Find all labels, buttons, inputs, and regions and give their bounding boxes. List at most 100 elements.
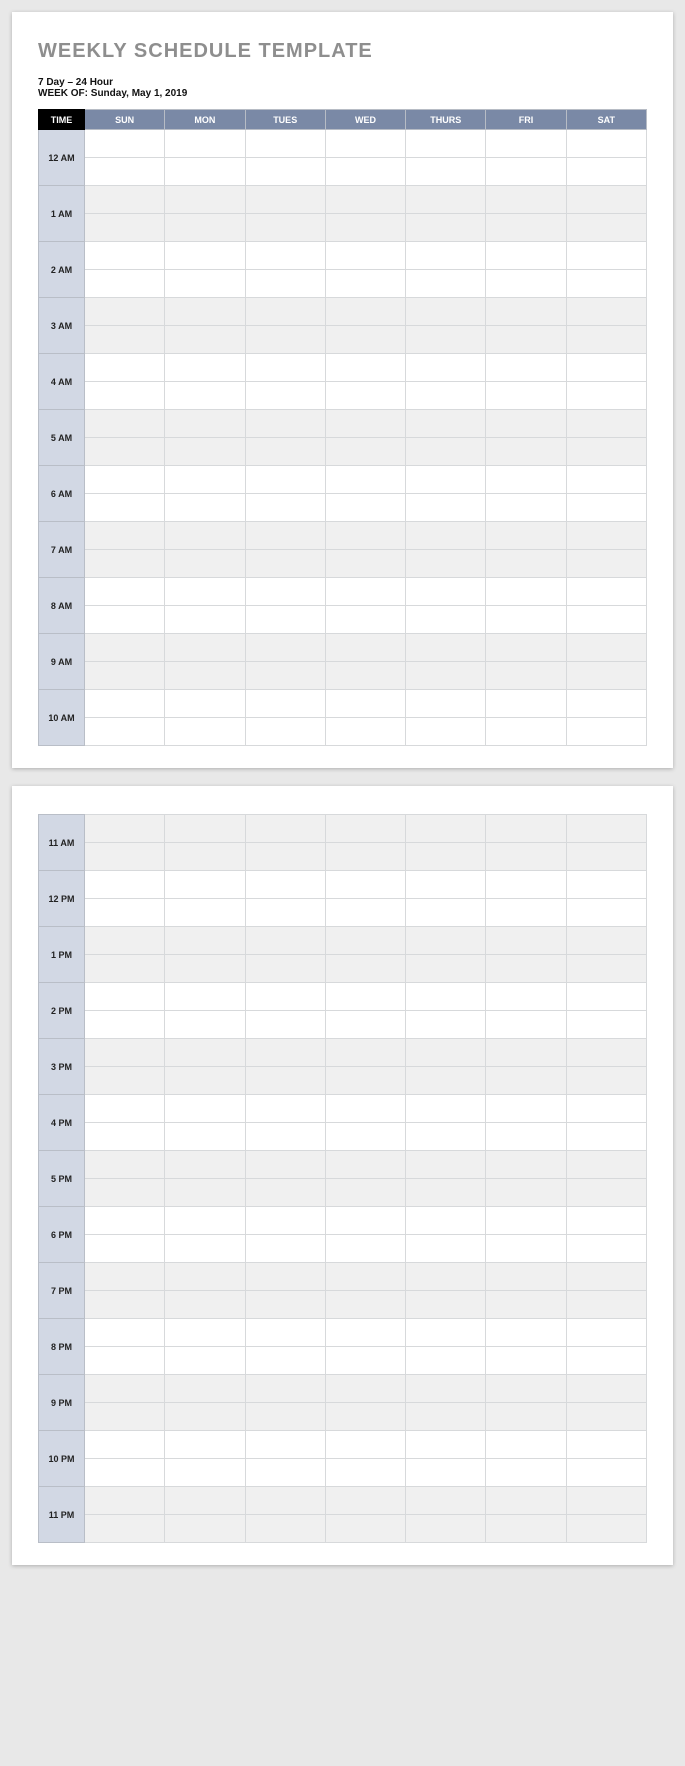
schedule-cell[interactable] (486, 1123, 566, 1151)
schedule-cell[interactable] (165, 214, 245, 242)
schedule-cell[interactable] (165, 270, 245, 298)
schedule-cell[interactable] (406, 899, 486, 927)
schedule-cell[interactable] (566, 550, 646, 578)
schedule-cell[interactable] (325, 1207, 405, 1235)
schedule-cell[interactable] (486, 1319, 566, 1347)
schedule-cell[interactable] (406, 1515, 486, 1543)
schedule-cell[interactable] (486, 1459, 566, 1487)
schedule-cell[interactable] (486, 186, 566, 214)
schedule-cell[interactable] (486, 1291, 566, 1319)
schedule-cell[interactable] (325, 1515, 405, 1543)
schedule-cell[interactable] (245, 983, 325, 1011)
schedule-cell[interactable] (85, 634, 165, 662)
schedule-cell[interactable] (486, 1067, 566, 1095)
schedule-cell[interactable] (486, 1011, 566, 1039)
schedule-cell[interactable] (245, 1319, 325, 1347)
schedule-cell[interactable] (165, 1431, 245, 1459)
schedule-cell[interactable] (325, 1179, 405, 1207)
schedule-cell[interactable] (566, 983, 646, 1011)
schedule-cell[interactable] (85, 130, 165, 158)
schedule-cell[interactable] (566, 1459, 646, 1487)
schedule-cell[interactable] (85, 662, 165, 690)
schedule-cell[interactable] (406, 1347, 486, 1375)
schedule-cell[interactable] (325, 843, 405, 871)
schedule-cell[interactable] (566, 1431, 646, 1459)
schedule-cell[interactable] (566, 1151, 646, 1179)
schedule-cell[interactable] (245, 410, 325, 438)
schedule-cell[interactable] (406, 606, 486, 634)
schedule-cell[interactable] (486, 382, 566, 410)
schedule-cell[interactable] (245, 578, 325, 606)
schedule-cell[interactable] (325, 186, 405, 214)
schedule-cell[interactable] (165, 158, 245, 186)
schedule-cell[interactable] (85, 690, 165, 718)
schedule-cell[interactable] (85, 1403, 165, 1431)
schedule-cell[interactable] (406, 1319, 486, 1347)
schedule-cell[interactable] (245, 186, 325, 214)
schedule-cell[interactable] (406, 843, 486, 871)
schedule-cell[interactable] (165, 1487, 245, 1515)
schedule-cell[interactable] (325, 158, 405, 186)
schedule-cell[interactable] (85, 214, 165, 242)
schedule-cell[interactable] (325, 1347, 405, 1375)
schedule-cell[interactable] (406, 382, 486, 410)
schedule-cell[interactable] (245, 1039, 325, 1067)
schedule-cell[interactable] (325, 606, 405, 634)
schedule-cell[interactable] (85, 298, 165, 326)
schedule-cell[interactable] (165, 1235, 245, 1263)
schedule-cell[interactable] (165, 1291, 245, 1319)
schedule-cell[interactable] (325, 466, 405, 494)
schedule-cell[interactable] (566, 410, 646, 438)
schedule-cell[interactable] (325, 1263, 405, 1291)
schedule-cell[interactable] (85, 1179, 165, 1207)
schedule-cell[interactable] (406, 326, 486, 354)
schedule-cell[interactable] (245, 270, 325, 298)
schedule-cell[interactable] (165, 578, 245, 606)
schedule-cell[interactable] (406, 1039, 486, 1067)
schedule-cell[interactable] (85, 1459, 165, 1487)
schedule-cell[interactable] (245, 326, 325, 354)
schedule-cell[interactable] (85, 242, 165, 270)
schedule-cell[interactable] (566, 690, 646, 718)
schedule-cell[interactable] (85, 1207, 165, 1235)
schedule-cell[interactable] (566, 354, 646, 382)
schedule-cell[interactable] (245, 634, 325, 662)
schedule-cell[interactable] (325, 410, 405, 438)
schedule-cell[interactable] (85, 186, 165, 214)
schedule-cell[interactable] (165, 983, 245, 1011)
schedule-cell[interactable] (325, 1459, 405, 1487)
schedule-cell[interactable] (165, 438, 245, 466)
schedule-cell[interactable] (566, 298, 646, 326)
schedule-cell[interactable] (486, 983, 566, 1011)
schedule-cell[interactable] (165, 522, 245, 550)
schedule-cell[interactable] (165, 1095, 245, 1123)
schedule-cell[interactable] (245, 815, 325, 843)
schedule-cell[interactable] (85, 1431, 165, 1459)
schedule-cell[interactable] (486, 158, 566, 186)
schedule-cell[interactable] (406, 718, 486, 746)
schedule-cell[interactable] (85, 1067, 165, 1095)
schedule-cell[interactable] (406, 1487, 486, 1515)
schedule-cell[interactable] (245, 1235, 325, 1263)
schedule-cell[interactable] (566, 1347, 646, 1375)
schedule-cell[interactable] (486, 522, 566, 550)
schedule-cell[interactable] (566, 1487, 646, 1515)
schedule-cell[interactable] (165, 690, 245, 718)
schedule-cell[interactable] (165, 1179, 245, 1207)
schedule-cell[interactable] (245, 1291, 325, 1319)
schedule-cell[interactable] (325, 1095, 405, 1123)
schedule-cell[interactable] (566, 242, 646, 270)
schedule-cell[interactable] (165, 899, 245, 927)
schedule-cell[interactable] (406, 1375, 486, 1403)
schedule-cell[interactable] (325, 1151, 405, 1179)
schedule-cell[interactable] (566, 494, 646, 522)
schedule-cell[interactable] (566, 158, 646, 186)
schedule-cell[interactable] (406, 1011, 486, 1039)
schedule-cell[interactable] (85, 955, 165, 983)
schedule-cell[interactable] (165, 1347, 245, 1375)
schedule-cell[interactable] (406, 410, 486, 438)
schedule-cell[interactable] (85, 354, 165, 382)
schedule-cell[interactable] (486, 326, 566, 354)
schedule-cell[interactable] (85, 1291, 165, 1319)
schedule-cell[interactable] (85, 1347, 165, 1375)
